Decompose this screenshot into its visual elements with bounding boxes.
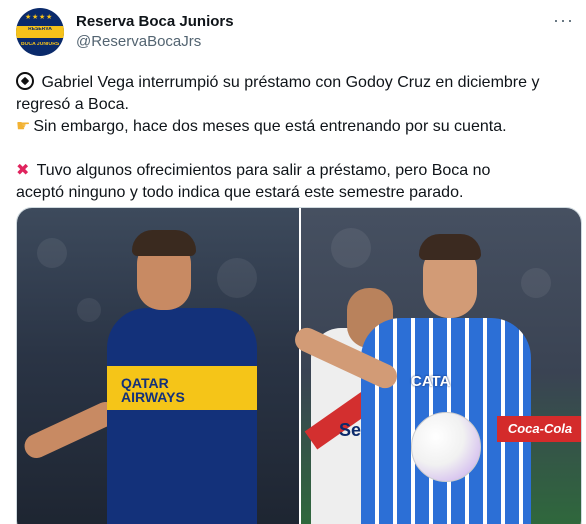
player-hair (132, 230, 196, 256)
tweet-line-text: Gabriel Vega interrumpió su préstamo con… (41, 74, 540, 91)
cross-mark-icon: ✖ (16, 162, 30, 179)
tweet-line-5: aceptó ninguno y todo indica que estará … (16, 182, 582, 204)
boca-jersey (107, 308, 257, 524)
avatar-text-bottom: BOCA JUNIORS (21, 42, 59, 47)
star-icon: ★ (32, 14, 39, 21)
tweet-line-text: aceptó ninguno y todo indica que estará … (16, 184, 464, 201)
crowd-background (217, 258, 257, 298)
crowd-background (521, 268, 551, 298)
tweet-line-text: Tuvo algunos ofrecimientos para salir a … (36, 162, 491, 179)
more-options-button[interactable]: ··· (553, 10, 574, 31)
jersey-sponsor: QATAR AIRWAYS (121, 375, 185, 405)
tweet-line-text: Sin embargo, hace dos meses que está ent… (33, 118, 507, 135)
photo-godoy-player[interactable]: Sec CATA Coca-Cola (291, 208, 581, 524)
crowd-background (77, 298, 101, 322)
soccer-ball (411, 412, 481, 482)
avatar[interactable]: ★ ★ ★ ★ RESERVA BOCA JUNIORS (16, 8, 64, 56)
jersey-sponsor: CATA (411, 373, 451, 390)
crowd-background (37, 238, 67, 268)
tweet-line-2: regresó a Boca. (16, 94, 582, 116)
tweet-line-3: ☛ Sin embargo, hace dos meses que está en… (16, 116, 582, 138)
tweet-text: Gabriel Vega interrumpió su préstamo con… (16, 72, 582, 204)
player-hair (419, 234, 481, 260)
tweet-media[interactable]: QATAR AIRWAYS Sec CATA Coca-Cola (16, 207, 582, 524)
avatar-text-top: RESERVA (28, 27, 52, 32)
pointing-hand-icon: ☛ (16, 118, 31, 135)
author-handle[interactable]: @ReservaBocaJrs (76, 33, 201, 50)
soccer-ball-icon (16, 72, 34, 90)
author-display-name[interactable]: Reserva Boca Juniors (76, 13, 234, 30)
crowd-background (331, 228, 371, 268)
tweet-header: ★ ★ ★ ★ RESERVA BOCA JUNIORS Reserva Boc… (16, 8, 576, 60)
star-icon: ★ (25, 14, 32, 21)
ad-board: Coca-Cola (497, 416, 581, 442)
photo-boca-player[interactable]: QATAR AIRWAYS (17, 208, 299, 524)
tweet-line-1: Gabriel Vega interrumpió su préstamo con… (16, 72, 582, 94)
tweet-line-4: ✖ Tuvo algunos ofrecimientos para salir … (16, 160, 582, 182)
tweet-line-text: regresó a Boca. (16, 96, 129, 113)
star-icon: ★ (46, 14, 53, 21)
star-icon: ★ (39, 14, 46, 21)
